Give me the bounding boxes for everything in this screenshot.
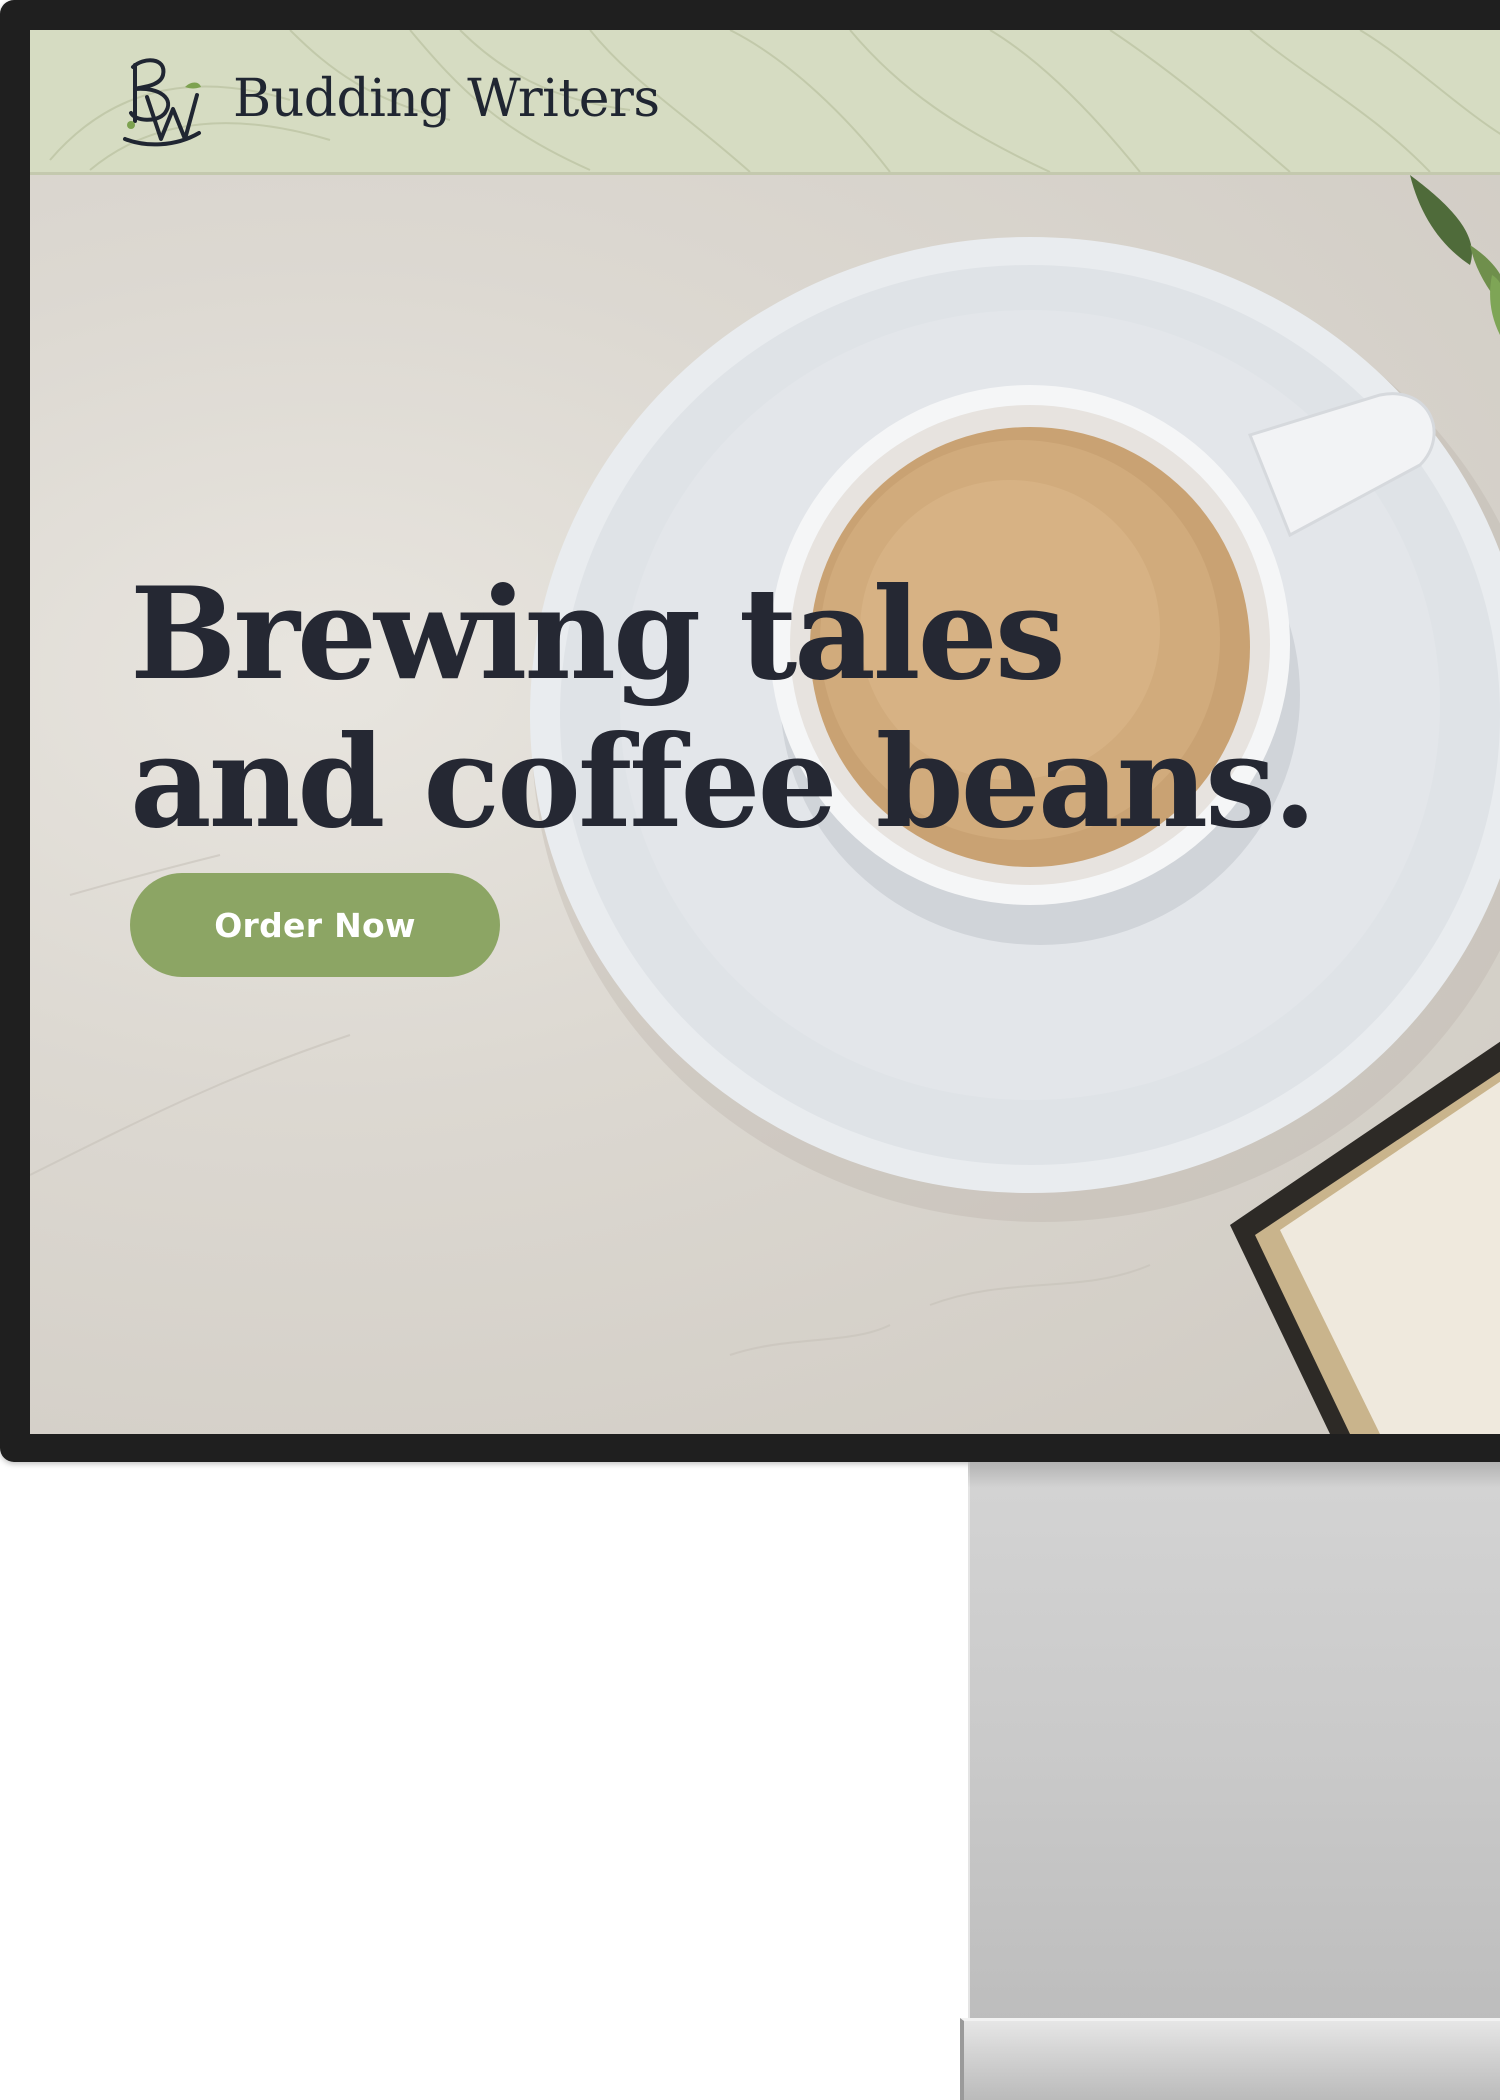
brand[interactable]: Budding Writers (105, 46, 660, 158)
stand-shadow (968, 1462, 1500, 1488)
order-now-button[interactable]: Order Now (130, 873, 500, 977)
website-screen: Budding Writers Brewing tales and coffee… (30, 30, 1500, 1434)
hero-title-line-2: and coffee beans. (130, 708, 1317, 856)
brand-name: Budding Writers (233, 69, 660, 129)
hero-title-line-1: Brewing tales (130, 560, 1066, 708)
site-header: Budding Writers (30, 30, 1500, 175)
monitor-stand (968, 1462, 1500, 2022)
monitor-bezel: Budding Writers Brewing tales and coffee… (0, 0, 1500, 1462)
hero-section: Brewing tales and coffee beans. Order No… (30, 175, 1500, 1434)
hero-title: Brewing tales and coffee beans. (130, 560, 1430, 856)
monitor-stand-base (960, 2018, 1500, 2100)
device-mockup: Budding Writers Brewing tales and coffee… (0, 0, 1500, 2100)
bw-monogram-icon (123, 58, 201, 147)
